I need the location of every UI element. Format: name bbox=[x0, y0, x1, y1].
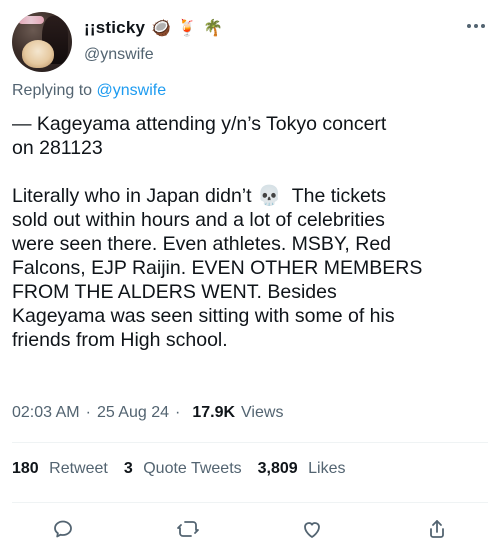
retweet-icon bbox=[176, 521, 199, 537]
tweet-meta: 02:03 AM · 25 Aug 24 · 17.9K Views bbox=[12, 404, 283, 422]
more-dot bbox=[467, 24, 471, 28]
replying-to: Replying to @ynswife bbox=[12, 82, 166, 100]
tweet-text-line-1: — Kageyama attending y/n’s Tokyo concert bbox=[12, 113, 387, 135]
heart-icon bbox=[304, 522, 321, 538]
likes-label: Likes bbox=[308, 460, 346, 477]
avatar-dog bbox=[22, 40, 54, 68]
reply-button[interactable] bbox=[46, 512, 80, 546]
tweet-stats: 180 Retweet 3 Quote Tweets 3,809 Likes bbox=[12, 460, 346, 478]
views-count: 17.9K bbox=[192, 404, 236, 421]
tweet-text-body: Literally who in Japan didn’t 💀 The tick… bbox=[12, 185, 423, 351]
tweet-date[interactable]: 25 Aug 24 bbox=[97, 404, 169, 422]
replying-to-handle-link[interactable]: @ynswife bbox=[97, 82, 167, 99]
more-dot bbox=[474, 24, 478, 28]
likes-stat[interactable]: 3,809 Likes bbox=[258, 460, 346, 478]
views-label: Views bbox=[241, 404, 284, 421]
tweet-actions bbox=[12, 512, 488, 546]
meta-separator: · bbox=[85, 404, 91, 421]
share-button[interactable] bbox=[420, 512, 454, 546]
quotes-label: Quote Tweets bbox=[143, 460, 242, 477]
cocktail-emoji: 🍹 bbox=[177, 18, 197, 37]
author-display-name[interactable]: ¡¡sticky bbox=[84, 18, 145, 38]
retweets-count: 180 bbox=[12, 460, 39, 477]
retweet-button[interactable] bbox=[171, 512, 205, 546]
retweets-label: Retweet bbox=[49, 460, 108, 477]
coconut-emoji: 🥥 bbox=[151, 18, 172, 37]
divider bbox=[12, 502, 488, 503]
author-handle[interactable]: @ynswife bbox=[84, 46, 154, 64]
retweets-stat[interactable]: 180 Retweet bbox=[12, 460, 108, 478]
quotes-count: 3 bbox=[123, 460, 133, 477]
tweet-time[interactable]: 02:03 AM bbox=[12, 404, 80, 422]
share-icon bbox=[430, 520, 444, 538]
avatar-flower-crown bbox=[18, 16, 44, 24]
like-button[interactable] bbox=[295, 512, 329, 546]
likes-count: 3,809 bbox=[257, 460, 298, 477]
tweet-header: ¡¡sticky 🥥 🍹 🌴 @ynswife bbox=[12, 10, 488, 76]
tweet-text: — Kageyama attending y/n’s Tokyo concert… bbox=[12, 112, 488, 352]
tweet-text-line-2: on 281123 bbox=[12, 137, 103, 159]
author-name-row: ¡¡sticky 🥥 🍹 🌴 bbox=[84, 18, 223, 38]
meta-separator: · bbox=[175, 404, 181, 421]
more-dot bbox=[481, 24, 485, 28]
avatar[interactable] bbox=[12, 12, 72, 72]
more-dots-icon[interactable] bbox=[464, 18, 488, 34]
replying-to-prefix: Replying to bbox=[12, 82, 93, 99]
divider bbox=[12, 442, 488, 443]
palm-tree-emoji: 🌴 bbox=[202, 18, 223, 37]
quotes-stat[interactable]: 3 Quote Tweets bbox=[124, 460, 242, 478]
reply-icon bbox=[54, 520, 72, 538]
